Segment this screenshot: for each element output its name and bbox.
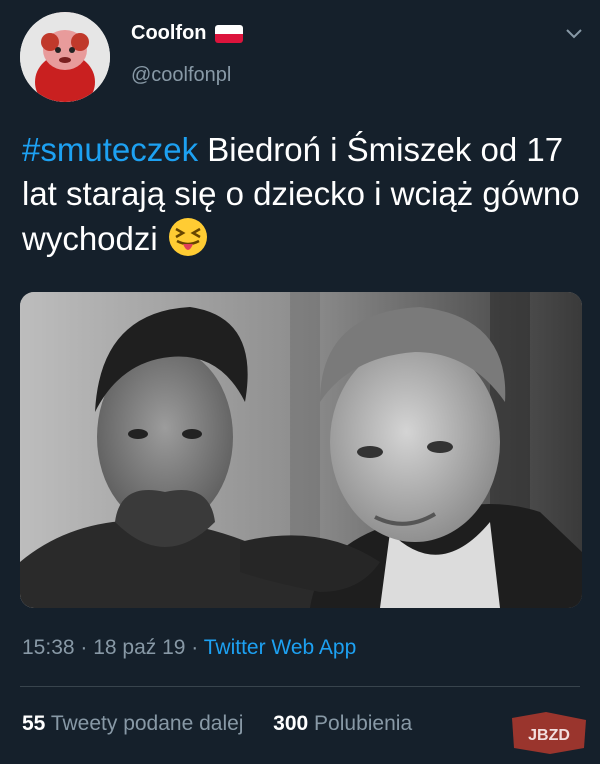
photo-image xyxy=(20,292,582,608)
squinting-face-tongue-emoji xyxy=(168,218,207,256)
retweet-label: Tweety podane dalej xyxy=(50,712,244,735)
tweet-timestamp[interactable]: 15:38 · 18 paź 19 · xyxy=(22,636,204,659)
chevron-down-icon[interactable] xyxy=(564,26,584,40)
like-count: 300 xyxy=(273,712,309,735)
divider xyxy=(20,686,580,687)
jbzd-watermark-logo: JBZD xyxy=(512,712,586,754)
author-handle[interactable]: @coolfonpl xyxy=(131,64,231,87)
author-name[interactable]: Coolfon xyxy=(131,22,207,45)
hashtag-link[interactable]: #smuteczek xyxy=(22,131,198,168)
like-label: Polubienia xyxy=(314,712,413,735)
tweet-photo[interactable] xyxy=(20,292,582,608)
retweet-count: 55 xyxy=(22,712,46,735)
likes-stat[interactable]: 300 Polubienia xyxy=(273,712,412,735)
svg-text:JBZD: JBZD xyxy=(528,727,570,744)
author-name-row[interactable]: Coolfon xyxy=(131,22,243,45)
tweet-stats: 55 Tweety podane dalej 300 Polubienia xyxy=(22,712,412,736)
poland-flag-icon xyxy=(214,24,243,43)
tweet-meta: 15:38 · 18 paź 19 · Twitter Web App xyxy=(22,636,356,660)
avatar-image xyxy=(20,12,110,102)
tweet-source-app[interactable]: Twitter Web App xyxy=(204,636,357,659)
retweets-stat[interactable]: 55 Tweety podane dalej xyxy=(22,712,249,735)
avatar[interactable] xyxy=(20,12,110,102)
tweet-text: #smuteczek Biedroń i Śmiszek od 17 lat s… xyxy=(22,128,592,261)
